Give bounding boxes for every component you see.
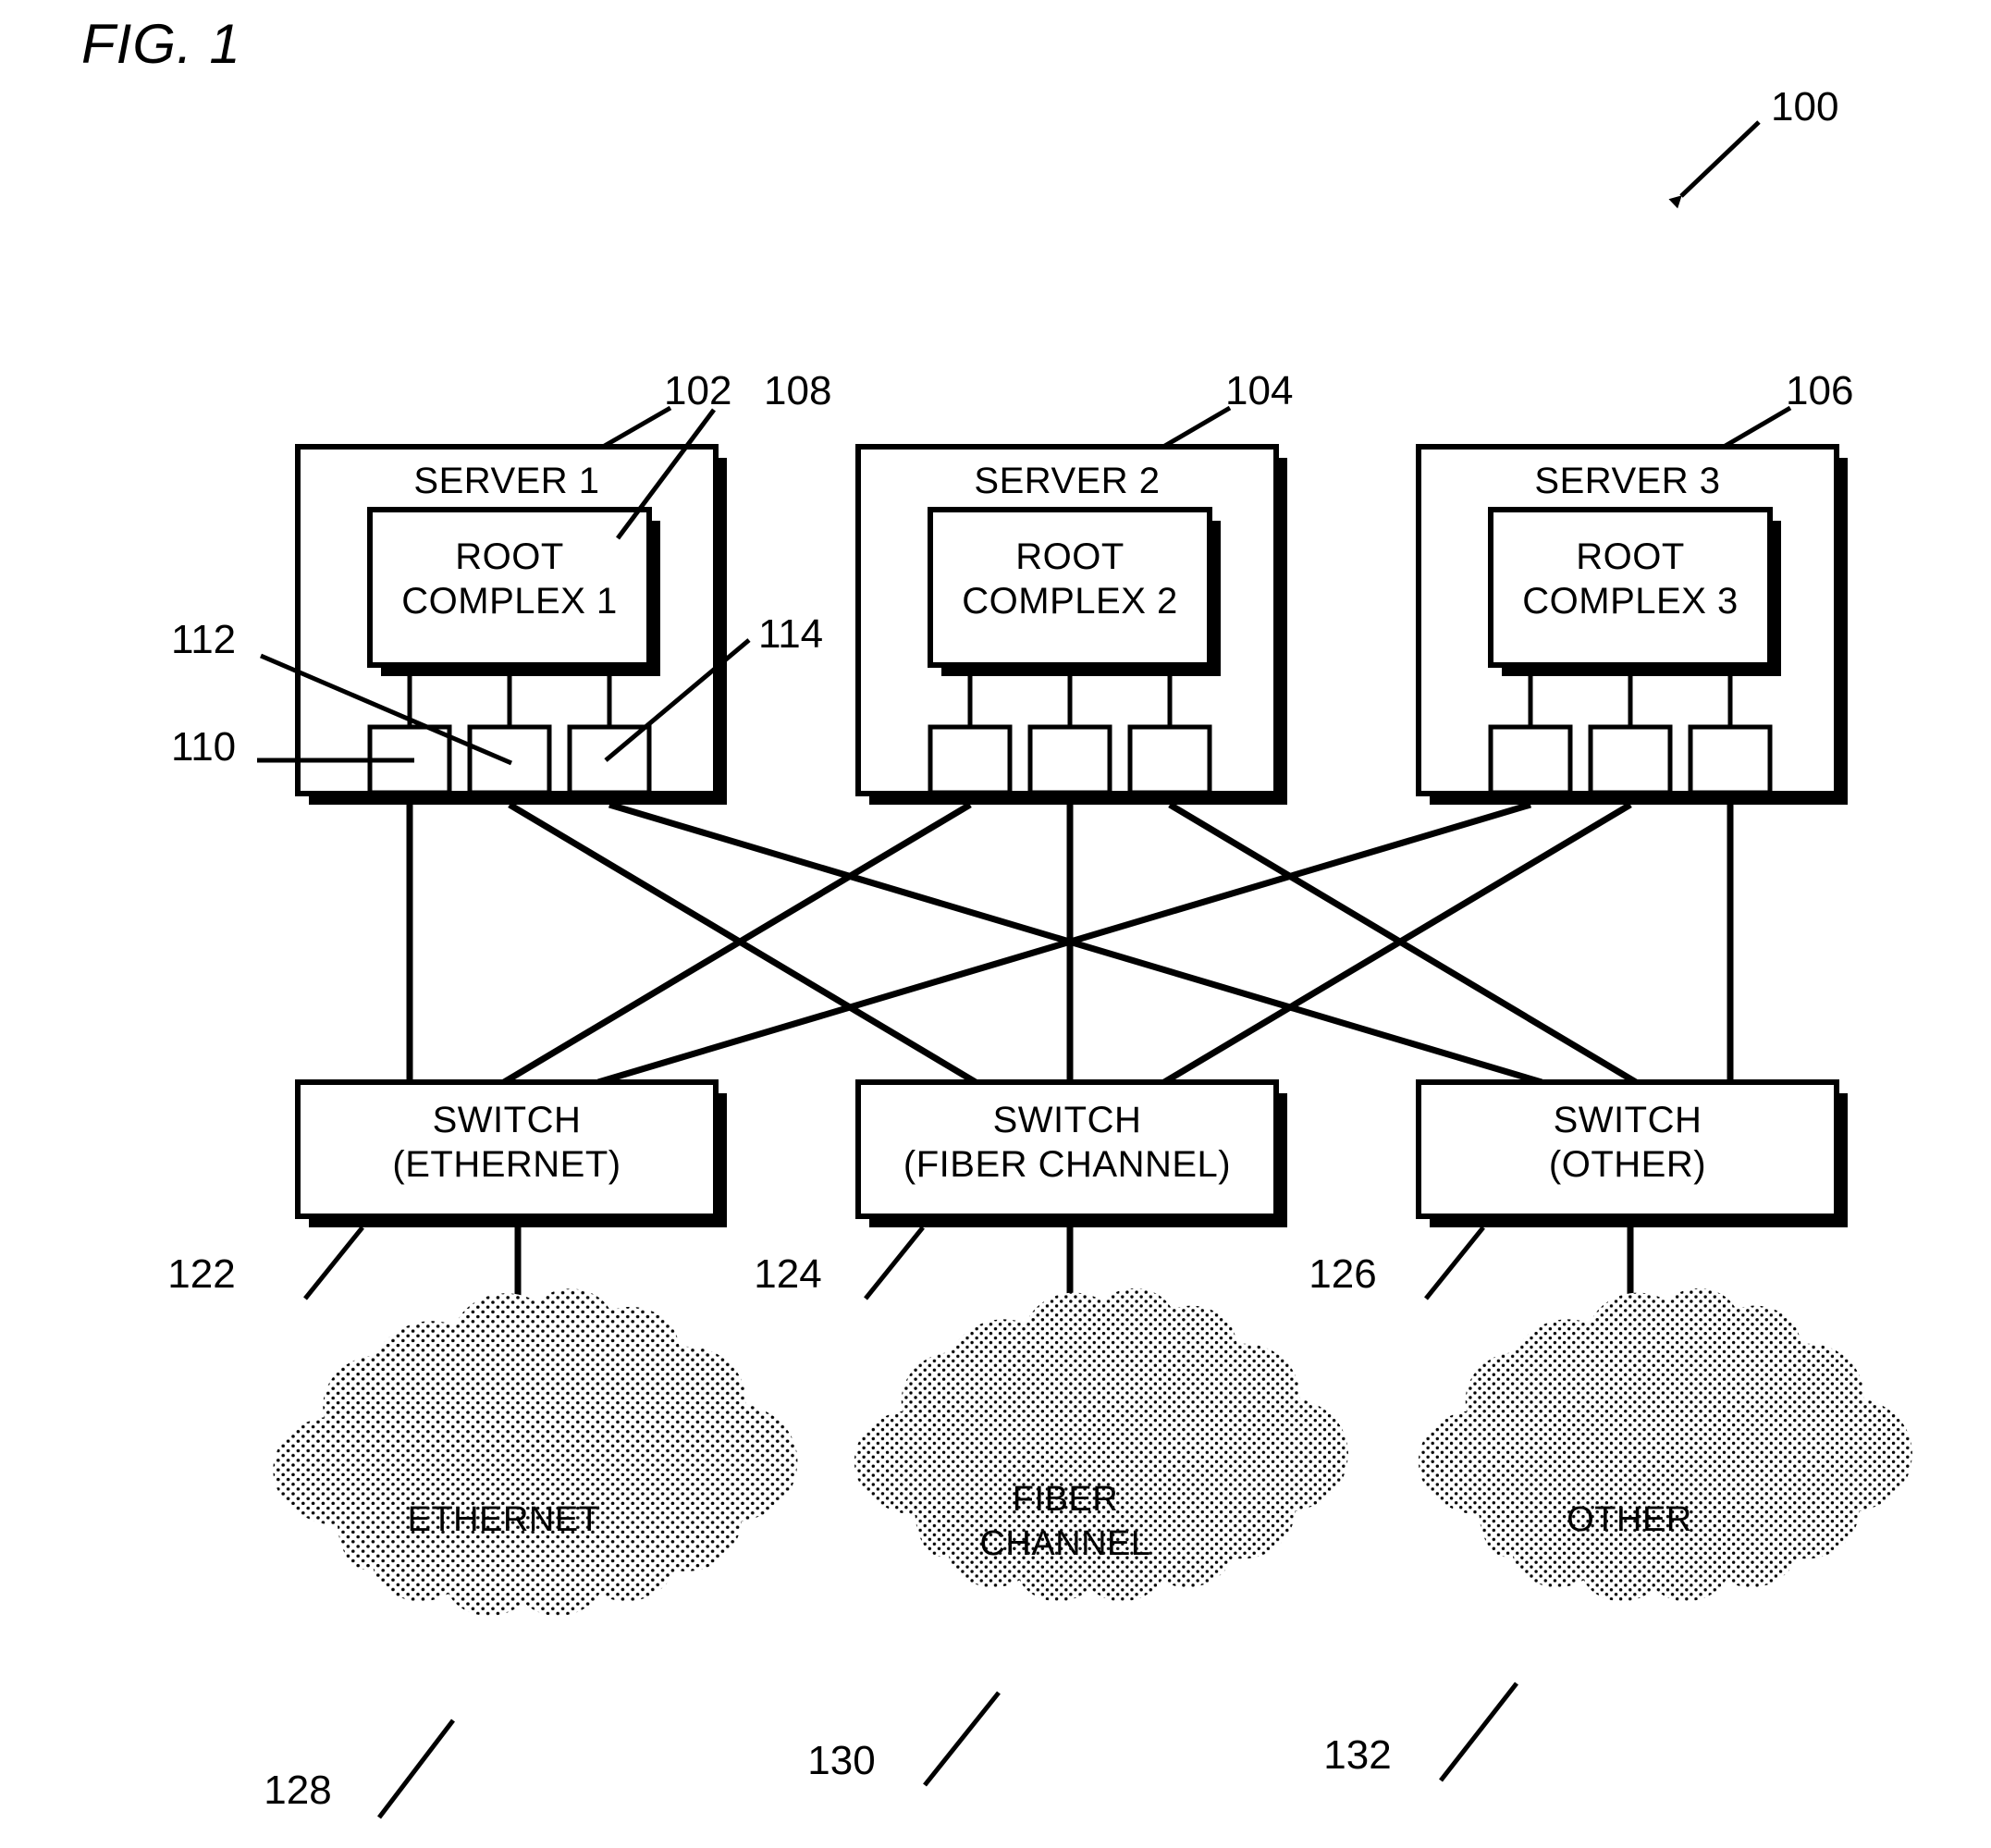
root-complex-1-label-line1: ROOT [455,536,564,577]
ref-label-124: 124 [754,1251,821,1297]
server-1-group[interactable]: SERVER 1 ROOT COMPLEX 1 [295,444,727,805]
system-callout-100: 100 [1668,84,1838,209]
system-callout-arrow [1668,120,1761,209]
switch-other-refs: 126 [1309,1226,1485,1300]
switch-fiber-label-line1: SWITCH [993,1100,1142,1140]
server-1-bottom-shadow [309,794,727,805]
figure-canvas: FIG. 1 100 SERVER 1 ROOT COMPLEX 1 102 1… [81,13,1912,1819]
figure-page: FIG. 1 100 SERVER 1 ROOT COMPLEX 1 102 1… [0,0,1991,1848]
server-3-refs: 106 [1722,368,1853,450]
root-complex-2-label-line2: COMPLEX 2 [962,581,1177,622]
cloud-ethernet-shape [273,1288,798,1617]
cloud-other-refs: 132 [1323,1682,1518,1782]
ref-label-132: 132 [1323,1732,1391,1778]
ref-leader-104 [1161,405,1232,450]
server-2-label: SERVER 2 [974,461,1160,501]
switch-ethernet-refs: 122 [167,1226,364,1300]
switch-ethernet-label-line2: (ETHERNET) [392,1144,621,1185]
switch-ethernet-group[interactable]: SWITCH (ETHERNET) [295,1079,727,1227]
ref-label-106: 106 [1786,368,1853,413]
switch-other-label-line1: SWITCH [1554,1100,1702,1140]
cloud-fiber-label-line2: CHANNEL [979,1524,1150,1563]
cloud-fiber-label-line1: FIBER [1013,1480,1118,1519]
server-2-port-2[interactable] [1027,724,1112,795]
ref-label-100: 100 [1771,84,1838,129]
switch-fiber-label-line2: (FIBER CHANNEL) [903,1144,1231,1185]
server-3-port-3[interactable] [1688,724,1773,795]
ref-label-126: 126 [1309,1251,1376,1297]
server-3-group[interactable]: SERVER 3 ROOT COMPLEX 3 [1416,444,1848,805]
server-3-label: SERVER 3 [1534,461,1720,501]
ref-leader-132 [1439,1682,1518,1782]
cloud-fiber-group: FIBER CHANNEL [854,1287,1348,1602]
ref-leader-106 [1722,405,1792,450]
server-1-label: SERVER 1 [413,461,599,501]
cloud-other-shape [1418,1287,1912,1602]
ref-leader-124 [864,1226,925,1300]
ref-label-122: 122 [167,1251,235,1297]
cloud-fiber-refs: 130 [807,1691,1001,1787]
ref-leader-126 [1424,1226,1485,1300]
ref-leader-122 [303,1226,364,1300]
server-2-group[interactable]: SERVER 2 ROOT COMPLEX 2 [855,444,1287,805]
cloud-other-group: OTHER [1418,1287,1912,1602]
server-3-port-2[interactable] [1588,724,1673,795]
switch-fiber-refs: 124 [754,1226,925,1300]
ref-label-114: 114 [758,611,823,657]
ref-label-108: 108 [764,368,831,413]
switch-other-group[interactable]: SWITCH (OTHER) [1416,1079,1848,1227]
switch-other-label-line2: (OTHER) [1549,1144,1706,1185]
ref-label-112: 112 [171,617,236,662]
ref-label-130: 130 [807,1738,875,1783]
root-complex-3-label-line1: ROOT [1576,536,1685,577]
cloud-ethernet-refs: 128 [264,1719,455,1819]
root-complex-3-label-line2: COMPLEX 3 [1522,581,1738,622]
ref-leader-102 [601,405,672,450]
ref-label-128: 128 [264,1768,331,1813]
ref-label-104: 104 [1225,368,1293,413]
server-3-port-1[interactable] [1488,724,1573,795]
figure-title: FIG. 1 [81,13,241,75]
server-2-refs: 104 [1161,368,1293,450]
server-3-bottom-shadow [1430,794,1848,805]
cloud-other-label-line1: OTHER [1567,1500,1692,1539]
switch-fiber-group[interactable]: SWITCH (FIBER CHANNEL) [855,1079,1287,1227]
cloud-ethernet-group: ETHERNET [273,1288,798,1617]
ref-label-110: 110 [171,724,236,770]
root-complex-2-label-line1: ROOT [1015,536,1125,577]
ref-leader-130 [923,1691,1001,1787]
cloud-ethernet-label-line1: ETHERNET [408,1500,601,1539]
server-2-bottom-shadow [869,794,1287,805]
server-2-port-1[interactable] [928,724,1013,795]
switch-ethernet-label-line1: SWITCH [433,1100,582,1140]
root-complex-1-label-line2: COMPLEX 1 [401,581,617,622]
ref-label-102: 102 [664,368,731,413]
server-switch-links [406,801,1734,1086]
ref-leader-128 [377,1719,455,1819]
server-2-port-3[interactable] [1127,724,1212,795]
